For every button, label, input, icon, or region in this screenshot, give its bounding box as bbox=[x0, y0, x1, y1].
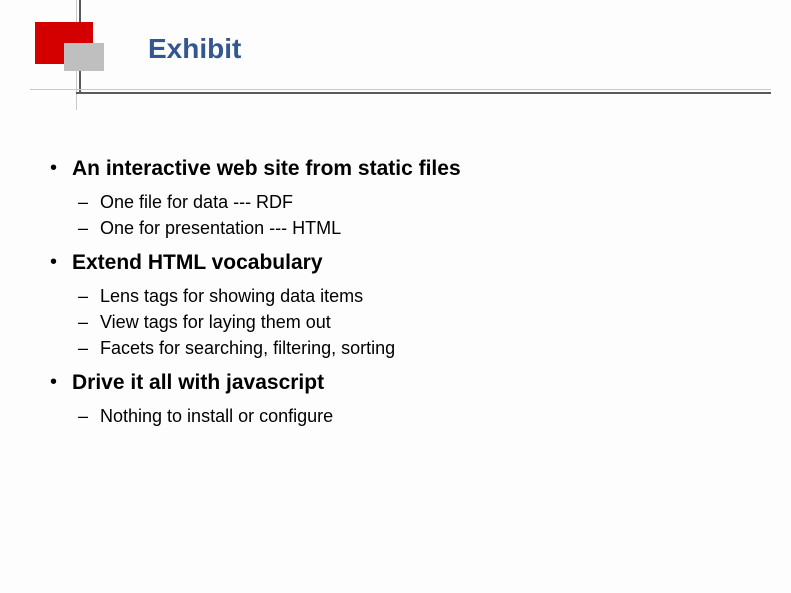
sub-list-item: Facets for searching, filtering, sorting bbox=[72, 335, 751, 361]
sub-list: Nothing to install or configure bbox=[72, 403, 751, 429]
list-item: Extend HTML vocabulary Lens tags for sho… bbox=[50, 249, 751, 361]
list-item: Drive it all with javascript Nothing to … bbox=[50, 369, 751, 429]
sub-list-item: One for presentation --- HTML bbox=[72, 215, 751, 241]
sub-list: Lens tags for showing data items View ta… bbox=[72, 283, 751, 361]
sub-list: One file for data --- RDF One for presen… bbox=[72, 189, 751, 241]
slide-title: Exhibit bbox=[148, 33, 241, 65]
list-item: An interactive web site from static file… bbox=[50, 155, 751, 241]
sub-list-item: One file for data --- RDF bbox=[72, 189, 751, 215]
sub-list-item: Nothing to install or configure bbox=[72, 403, 751, 429]
logo-grey-square bbox=[64, 43, 104, 71]
sub-list-item: View tags for laying them out bbox=[72, 309, 751, 335]
logo-icon bbox=[35, 22, 105, 72]
slide-header: Exhibit bbox=[0, 0, 791, 96]
bullet-text: An interactive web site from static file… bbox=[72, 157, 461, 180]
decor-hline-light bbox=[30, 89, 771, 90]
bullet-text: Extend HTML vocabulary bbox=[72, 251, 323, 274]
slide-content: An interactive web site from static file… bbox=[50, 155, 751, 437]
sub-list-item: Lens tags for showing data items bbox=[72, 283, 751, 309]
bullet-text: Drive it all with javascript bbox=[72, 371, 324, 394]
bullet-list: An interactive web site from static file… bbox=[50, 155, 751, 429]
decor-hline-dark bbox=[76, 92, 771, 94]
